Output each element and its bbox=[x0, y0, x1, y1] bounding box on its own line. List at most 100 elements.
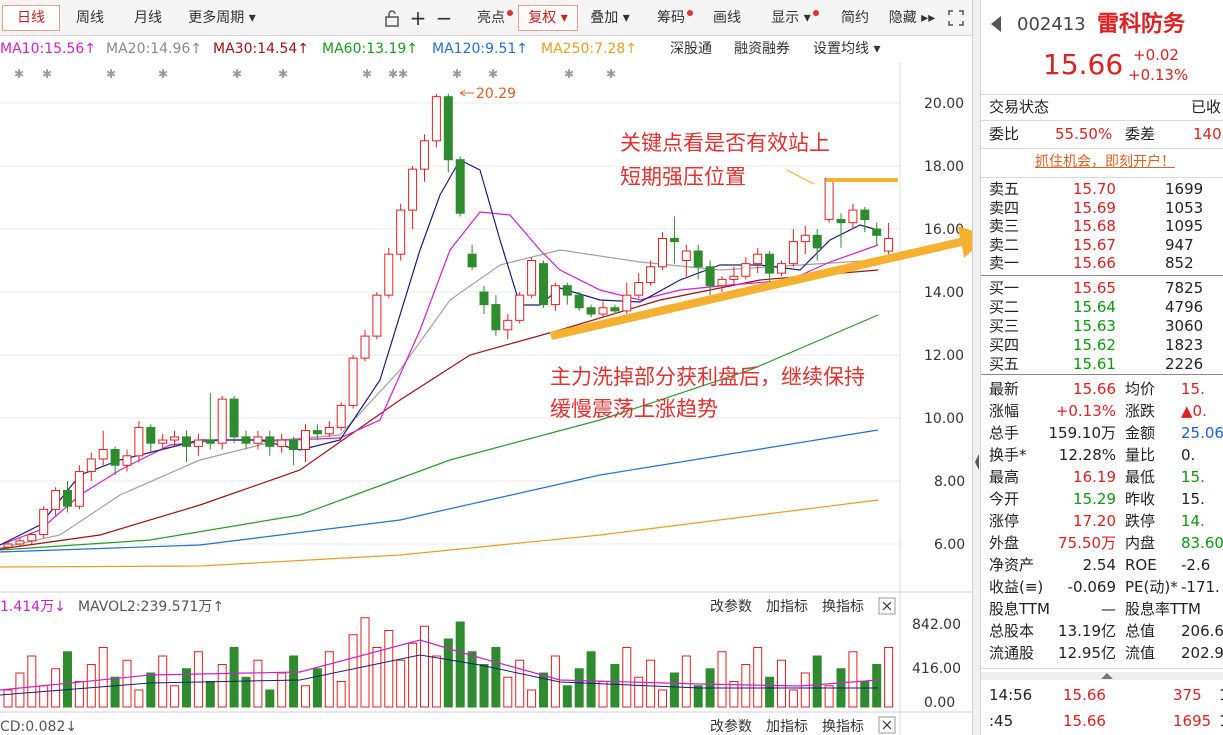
volume-modify-params[interactable]: 改参数 bbox=[710, 598, 752, 615]
collapse-handle[interactable] bbox=[981, 672, 1223, 680]
quote-panel: 002413 雷科防务 15.66 +0.02 +0.13% 交易状态 已收 委… bbox=[980, 0, 1223, 735]
tab-daily[interactable]: 日线 bbox=[2, 5, 60, 31]
overlay-dropdown[interactable]: 叠加 ▾ bbox=[582, 5, 638, 31]
macd-label: CD:0.082↓ bbox=[0, 719, 77, 735]
volume-bar bbox=[491, 647, 501, 708]
y-tick-label: 14.00 bbox=[924, 285, 964, 301]
macd-swap-indicator[interactable]: 换指标 bbox=[822, 718, 864, 735]
candle-body bbox=[753, 253, 763, 265]
volume-bar bbox=[3, 689, 13, 708]
stat-value: 2.54 bbox=[1082, 556, 1116, 574]
volume-bar bbox=[301, 685, 310, 708]
draw-line-button[interactable]: 画线 bbox=[702, 5, 752, 31]
volume-bar bbox=[420, 625, 429, 708]
vol-y-tick: 842.00 bbox=[912, 617, 961, 633]
volume-close-icon[interactable] bbox=[878, 597, 896, 615]
stat-value: 12.95亿 bbox=[1058, 644, 1116, 662]
volume-bar bbox=[860, 681, 870, 708]
volume-add-indicator[interactable]: 加指标 bbox=[766, 599, 808, 615]
volume-bar bbox=[396, 659, 406, 708]
candle-body bbox=[503, 319, 513, 331]
stats-row: 流通股 12.95亿 流值 202.9 bbox=[981, 642, 1223, 664]
candlestick-series bbox=[3, 93, 894, 551]
more-periods-dropdown[interactable]: 更多周期 ▾ bbox=[178, 5, 266, 31]
trade-status-label: 交易状态 bbox=[989, 98, 1050, 116]
prev-stock-icon[interactable] bbox=[991, 16, 1001, 32]
stat-value: -171. bbox=[1181, 578, 1220, 596]
volume-bar bbox=[372, 647, 382, 708]
volume-swap-indicator[interactable]: 换指标 bbox=[822, 598, 864, 615]
macd-close-icon[interactable] bbox=[878, 716, 896, 734]
candle-body bbox=[455, 159, 465, 214]
level-price: 15.66 bbox=[1073, 254, 1116, 273]
volume-bar bbox=[800, 672, 810, 708]
stat-value: -2.6 bbox=[1181, 556, 1211, 574]
volume-bar bbox=[193, 651, 203, 708]
stat-value: 15. bbox=[1181, 490, 1205, 508]
volume-bar bbox=[824, 685, 834, 708]
price-summary: 15.66 +0.02 +0.13% bbox=[981, 44, 1223, 84]
svg-text:✱: ✱ bbox=[278, 67, 288, 81]
annotation-trend: 主力洗掉部分获利盘后，继续保持 bbox=[550, 365, 865, 389]
chips-button[interactable]: 筹码 bbox=[646, 5, 696, 31]
volume-bar bbox=[408, 642, 418, 708]
promo-text[interactable]: 抓住机会，即刻开户！ bbox=[1035, 151, 1175, 173]
macd-modify-params[interactable]: 改参数 bbox=[710, 718, 752, 735]
volume-bar bbox=[527, 689, 537, 708]
volume-bar bbox=[229, 647, 239, 708]
stats-row: 涨停 17.20 跌停 14. bbox=[981, 510, 1223, 532]
stat-label: 总股本 bbox=[989, 622, 1035, 640]
tab-weekly[interactable]: 周线 bbox=[62, 5, 118, 31]
margin-trading-link[interactable]: 融资融券 bbox=[734, 36, 790, 62]
simple-mode-button[interactable]: 简约 bbox=[832, 5, 878, 31]
stat-label: 昨收 bbox=[1125, 490, 1156, 508]
y-tick-label: 8.00 bbox=[934, 474, 965, 490]
display-dropdown[interactable]: 显示 ▾ bbox=[760, 5, 822, 31]
adjust-rights-dropdown[interactable]: 复权 ▾ bbox=[518, 5, 578, 31]
macd-add-indicator[interactable]: 加指标 bbox=[766, 719, 808, 735]
candle-body bbox=[134, 426, 144, 457]
highlight-button[interactable]: 亮点 bbox=[466, 5, 516, 31]
candle-body bbox=[848, 209, 858, 224]
panel-splitter[interactable] bbox=[972, 0, 980, 735]
set-ma-dropdown[interactable]: 设置均线 ▾ bbox=[813, 36, 880, 62]
stat-label: 股息TTM bbox=[989, 600, 1051, 618]
deep-connect-link[interactable]: 深股通 bbox=[670, 36, 712, 62]
stat-label: 最低 bbox=[1125, 468, 1156, 486]
candle-body bbox=[51, 489, 61, 510]
stats-row: 总股本 13.19亿 总值 206.6 bbox=[981, 620, 1223, 642]
stat-label: 均价 bbox=[1125, 380, 1156, 398]
volume-bar bbox=[39, 685, 49, 708]
tab-monthly[interactable]: 月线 bbox=[120, 5, 176, 31]
stat-label: 最新 bbox=[989, 380, 1020, 398]
candle-body bbox=[515, 294, 525, 321]
stat-label: 涨停 bbox=[989, 512, 1020, 530]
svg-text:✱: ✱ bbox=[362, 67, 372, 81]
volume-bar bbox=[27, 655, 37, 708]
volume-bar bbox=[134, 689, 144, 708]
tick-price: 15.66 bbox=[1063, 712, 1106, 730]
volume-bar bbox=[658, 689, 667, 708]
volume-bar bbox=[669, 672, 679, 708]
candle-body bbox=[158, 439, 168, 444]
tick-price: 15.66 bbox=[1063, 686, 1106, 704]
volume-bar bbox=[622, 647, 632, 708]
lock-icon[interactable] bbox=[380, 5, 404, 31]
zoom-out-icon[interactable]: − bbox=[432, 5, 456, 31]
stats-row: 涨幅 +0.13% 涨跌 ▲0. bbox=[981, 400, 1223, 422]
tick-volume: 1695 bbox=[1173, 712, 1212, 730]
zoom-in-icon[interactable]: + bbox=[406, 5, 430, 31]
promo-link[interactable]: 抓住机会，即刻开户！ bbox=[981, 151, 1223, 173]
candle-body bbox=[301, 430, 310, 451]
fullscreen-icon[interactable] bbox=[944, 5, 968, 31]
svg-text:✱: ✱ bbox=[232, 67, 242, 81]
y-tick-label: 10.00 bbox=[924, 411, 964, 427]
candle-body bbox=[122, 455, 132, 466]
stat-label: 流值 bbox=[1125, 644, 1156, 662]
volume-bar bbox=[610, 664, 620, 708]
hide-panel-button[interactable]: 隐藏 ▸▸ bbox=[884, 5, 940, 31]
candle-body bbox=[110, 449, 120, 466]
volume-bar bbox=[515, 659, 525, 708]
stat-value: 15.29 bbox=[1073, 490, 1116, 508]
candle-body bbox=[777, 263, 786, 274]
